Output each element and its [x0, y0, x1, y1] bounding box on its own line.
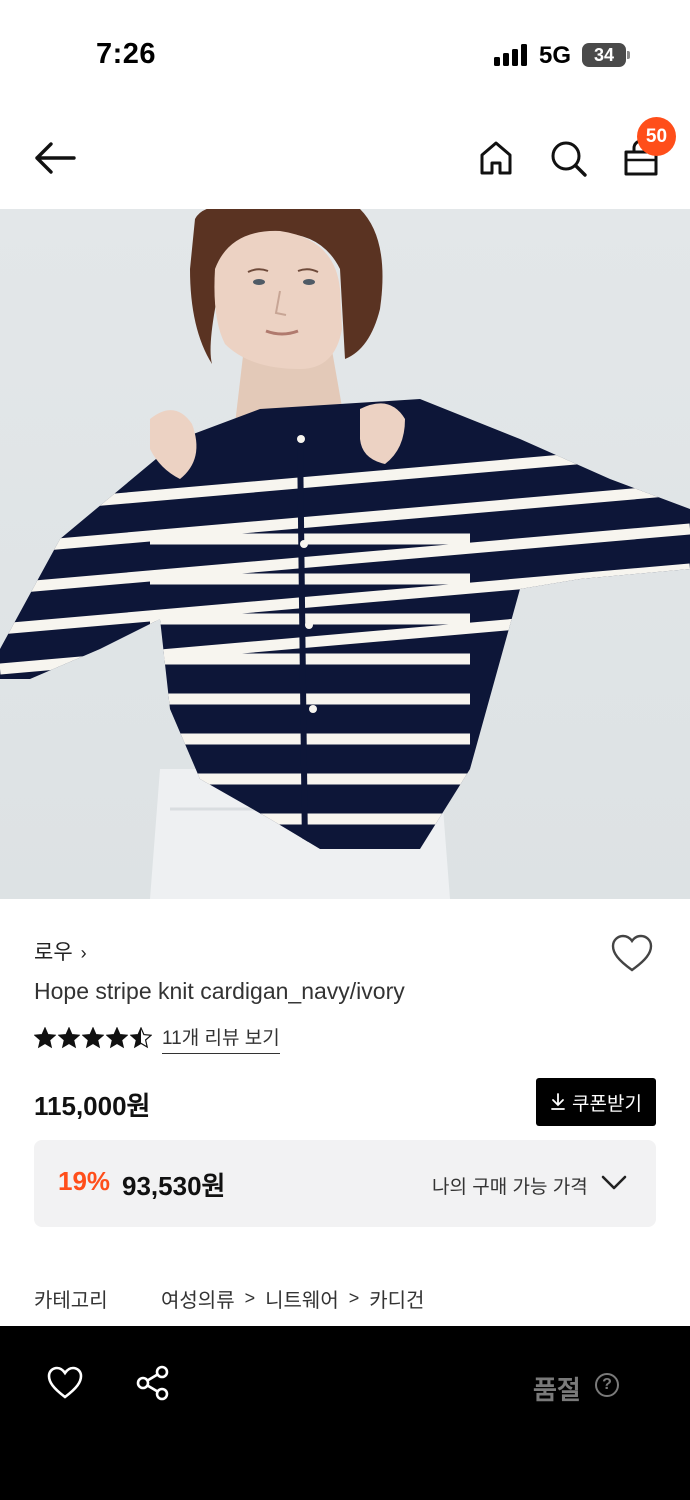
category-label: 카테고리	[34, 1290, 108, 1312]
brand-link[interactable]: 로우 ›	[34, 936, 87, 966]
rating-stars	[34, 1027, 152, 1049]
star-icon	[58, 1027, 80, 1049]
coupon-label: 쿠폰받기	[572, 1093, 642, 1115]
help-icon[interactable]: ?	[595, 1373, 619, 1397]
heart-icon[interactable]	[46, 1366, 84, 1400]
status-time: 7:26	[96, 38, 157, 70]
sold-out-label: 품절	[533, 1375, 581, 1405]
home-icon[interactable]	[478, 139, 514, 177]
breadcrumb-item[interactable]: 여성의류	[161, 1284, 235, 1313]
product-title: Hope stripe knit cardigan_navy/ivory	[34, 978, 405, 1004]
battery-cap	[627, 51, 630, 59]
breadcrumb-item[interactable]: 니트웨어	[265, 1284, 339, 1313]
best-price-box[interactable]: 19% 93,530원 나의 구매 가능 가격	[34, 1140, 656, 1227]
best-price-label: 나의 구매 가능 가격	[432, 1177, 588, 1198]
bottom-action-bar: 품절 ?	[0, 1326, 690, 1500]
star-icon	[82, 1027, 104, 1049]
chevron-down-icon[interactable]	[600, 1174, 628, 1192]
product-photo	[0, 209, 690, 899]
chevron-right-icon: ›	[80, 943, 87, 963]
original-price: 115,000원	[34, 1091, 151, 1121]
cart-count-badge: 50	[637, 117, 676, 156]
discount-rate: 19%	[58, 1166, 111, 1196]
network-label: 5G	[539, 42, 572, 69]
brand-name: 로우	[34, 941, 73, 964]
share-icon[interactable]	[134, 1364, 172, 1402]
breadcrumb-item[interactable]: 카디건	[369, 1284, 424, 1313]
status-bar: 7:26 5G 34	[0, 0, 690, 110]
signal-icon	[494, 44, 528, 66]
star-icon	[130, 1027, 152, 1049]
sale-price: 93,530원	[122, 1171, 226, 1201]
battery-icon: 34	[582, 43, 626, 67]
star-icon	[106, 1027, 128, 1049]
breadcrumb-separator: >	[348, 1288, 360, 1308]
heart-icon[interactable]	[610, 934, 654, 974]
download-icon	[551, 1093, 565, 1110]
breadcrumb-separator: >	[244, 1288, 256, 1308]
rating: 11개 리뷰 보기	[34, 1023, 280, 1054]
coupon-button[interactable]: 쿠폰받기	[536, 1078, 656, 1126]
review-link[interactable]: 11개 리뷰 보기	[162, 1023, 280, 1054]
product-image[interactable]	[0, 209, 690, 899]
star-icon	[34, 1027, 56, 1049]
search-icon[interactable]	[549, 139, 589, 179]
back-arrow-icon[interactable]	[32, 140, 78, 176]
category-breadcrumb: 카테고리 여성의류 > 니트웨어 > 카디건	[34, 1284, 424, 1313]
